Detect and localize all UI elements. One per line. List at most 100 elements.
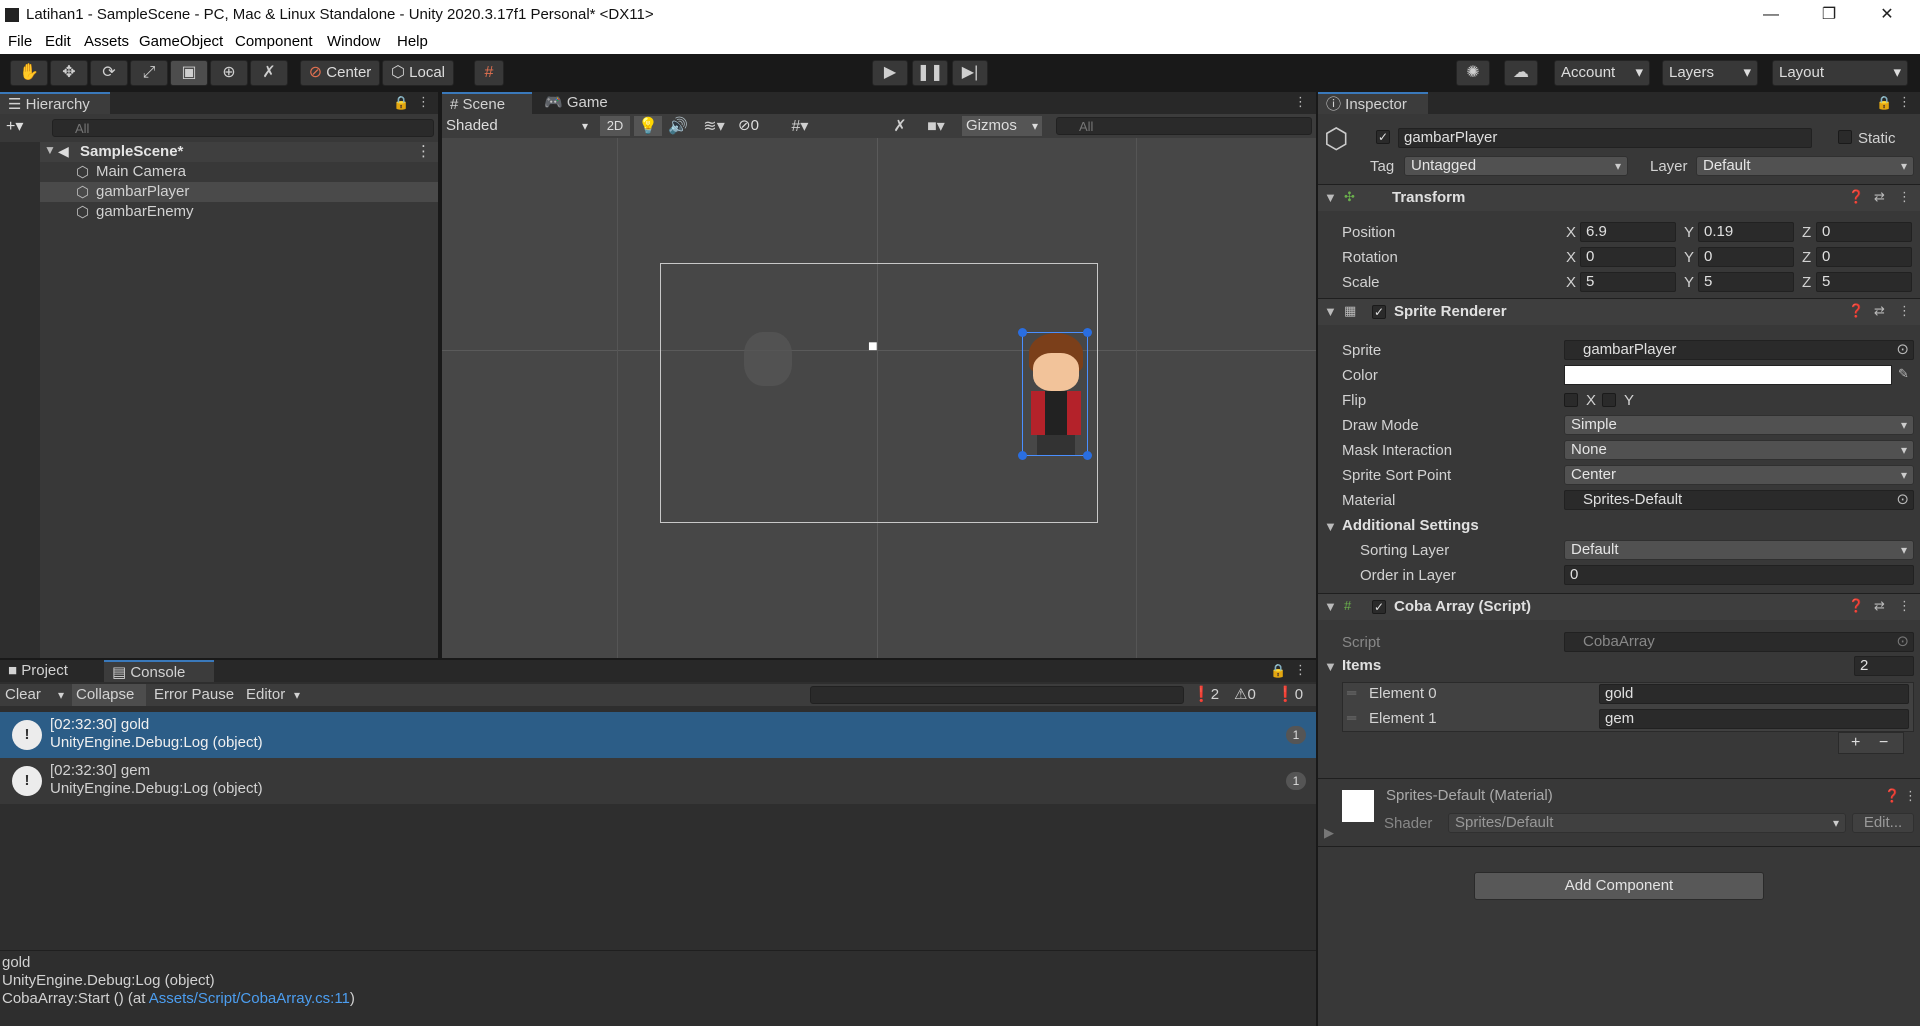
lock-icon[interactable]: 🔒 [393,95,409,111]
menu-gameobject[interactable]: GameObject [139,33,223,50]
object-picker-icon[interactable]: ⊙ [1896,491,1909,509]
log-count-toggle[interactable]: ❗2 [1192,686,1228,704]
lighting-toggle[interactable]: 💡 [634,116,662,136]
preset-icon[interactable]: ⇄ [1874,303,1885,319]
error-pause-toggle[interactable]: Error Pause [150,684,240,706]
additional-settings-foldout[interactable]: Additional Settings [1342,517,1479,534]
sorting-layer-dropdown[interactable]: Default [1564,540,1914,560]
account-dropdown[interactable]: Account ▾ [1554,60,1650,86]
menu-window[interactable]: Window [327,33,380,50]
scale-tool-button[interactable]: ⤢ [130,60,168,86]
hierarchy-item-main-camera[interactable]: ⬡ Main Camera [40,162,438,182]
drag-handle-icon[interactable]: ═ [1347,710,1356,725]
play-button[interactable]: ▶ [872,60,908,86]
rotate-tool-button[interactable]: ⟳ [90,60,128,86]
tools-button[interactable]: ✗ [888,116,912,136]
kebab-menu-icon[interactable]: ⋮ [1904,788,1917,804]
maximize-button[interactable]: ❐ [1806,2,1852,28]
kebab-menu-icon[interactable]: ⋮ [1294,662,1307,678]
order-in-layer-field[interactable]: 0 [1564,565,1914,585]
scene-row[interactable]: ▼ ◀ SampleScene* ⋮ [40,142,438,162]
scene-search-input[interactable] [1056,117,1312,135]
tab-console[interactable]: ▤ Console [104,660,214,682]
rect-handle[interactable] [1018,451,1027,460]
hidden-objects-toggle[interactable]: ⊘0 [738,116,778,136]
tab-project[interactable]: ■ Project [0,660,100,682]
source-link[interactable]: Assets/Script/CobaArray.cs:11 [149,990,350,1007]
preset-icon[interactable]: ⇄ [1874,598,1885,614]
hierarchy-item-gambarenemy[interactable]: ⬡ gambarEnemy [40,202,438,222]
position-x-field[interactable]: 6.9 [1580,222,1676,242]
layout-dropdown[interactable]: Layout ▾ [1772,60,1908,86]
tab-scene[interactable]: # Scene [442,92,532,114]
editor-dropdown[interactable]: Editor ▾ [242,684,304,706]
kebab-menu-icon[interactable]: ⋮ [1898,303,1911,319]
rotation-x-field[interactable]: 0 [1580,247,1676,267]
scale-z-field[interactable]: 5 [1816,272,1912,292]
lock-icon[interactable]: 🔒 [1270,663,1286,679]
sprite-renderer-header[interactable]: ▼ ▦ ✓ Sprite Renderer ❓ ⇄ ⋮ [1318,299,1920,325]
hierarchy-search-input[interactable] [52,119,434,137]
remove-element-button[interactable]: − [1879,733,1888,753]
menu-help[interactable]: Help [397,33,428,50]
tab-inspector[interactable]: ⓘ Inspector [1318,92,1428,114]
flip-x-checkbox[interactable] [1564,393,1578,407]
pivot-center-button[interactable]: ⊘ Center [300,60,380,86]
shading-mode-dropdown[interactable]: Shaded ▾ [446,116,592,136]
foldout-arrow-icon[interactable]: ▶ [1324,825,1334,841]
lock-icon[interactable]: 🔒 [1876,95,1892,111]
add-object-button[interactable]: +▾ [6,116,23,136]
gizmos-dropdown[interactable]: Gizmos ▾ [962,116,1042,136]
pause-button[interactable]: ❚❚ [912,60,948,86]
sprite-sort-point-dropdown[interactable]: Center [1564,465,1914,485]
kebab-menu-icon[interactable]: ⋮ [417,94,430,110]
help-icon[interactable]: ❓ [1848,303,1864,319]
sprite-field[interactable]: gambarPlayer ⊙ [1564,340,1914,360]
hierarchy-item-gambarplayer[interactable]: ⬡ gambarPlayer [40,182,438,202]
move-tool-button[interactable]: ✥ [50,60,88,86]
shader-dropdown[interactable]: Sprites/Default [1448,813,1846,833]
script-header[interactable]: ▼ # ✓ Coba Array (Script) ❓ ⇄ ⋮ [1318,594,1920,620]
element-1-field[interactable]: gem [1599,709,1909,729]
effects-dropdown[interactable]: ≋▾ [694,116,734,136]
foldout-arrow-icon[interactable]: ▼ [44,143,56,157]
help-icon[interactable]: ❓ [1884,788,1900,804]
foldout-arrow-icon[interactable]: ▼ [1324,304,1337,319]
draw-mode-dropdown[interactable]: Simple [1564,415,1914,435]
transform-header[interactable]: ▼ ✣ Transform ❓ ⇄ ⋮ [1318,185,1920,211]
rect-handle[interactable] [1083,451,1092,460]
add-component-button[interactable]: Add Component [1474,872,1764,900]
foldout-arrow-icon[interactable]: ▼ [1324,519,1337,534]
static-checkbox[interactable] [1838,130,1852,144]
items-foldout[interactable]: Items [1342,657,1381,674]
close-button[interactable]: ✕ [1864,2,1910,28]
add-element-button[interactable]: + [1851,733,1860,753]
foldout-arrow-icon[interactable]: ▼ [1324,599,1337,614]
position-z-field[interactable]: 0 [1816,222,1912,242]
flip-y-checkbox[interactable] [1602,393,1616,407]
tab-hierarchy[interactable]: ☰ Hierarchy [0,92,110,114]
audio-toggle[interactable]: 🔊 [664,116,692,136]
help-icon[interactable]: ❓ [1848,598,1864,614]
cloud-button[interactable]: ☁ [1504,60,1538,86]
kebab-menu-icon[interactable]: ⋮ [1294,94,1307,110]
kebab-menu-icon[interactable]: ⋮ [416,142,431,160]
kebab-menu-icon[interactable]: ⋮ [1898,598,1911,614]
position-y-field[interactable]: 0.19 [1698,222,1794,242]
kebab-menu-icon[interactable]: ⋮ [1898,94,1911,110]
services-button[interactable]: ✺ [1456,60,1490,86]
grid-dropdown[interactable]: #▾ [780,116,820,136]
gambarplayer-sprite[interactable] [1018,328,1092,460]
object-picker-icon[interactable]: ⊙ [1896,341,1909,359]
collapse-toggle[interactable]: Collapse [72,684,146,706]
error-count-toggle[interactable]: ❗0 [1276,686,1312,704]
step-button[interactable]: ▶| [952,60,988,86]
active-checkbox[interactable]: ✓ [1376,130,1390,144]
eyedropper-icon[interactable]: ✎ [1898,366,1909,382]
items-size-field[interactable]: 2 [1854,656,1914,676]
gambarenemy-sprite[interactable] [744,332,792,386]
preset-icon[interactable]: ⇄ [1874,189,1885,205]
menu-assets[interactable]: Assets [84,33,129,50]
2d-toggle-button[interactable]: 2D [600,116,630,136]
kebab-menu-icon[interactable]: ⋮ [1898,189,1911,205]
